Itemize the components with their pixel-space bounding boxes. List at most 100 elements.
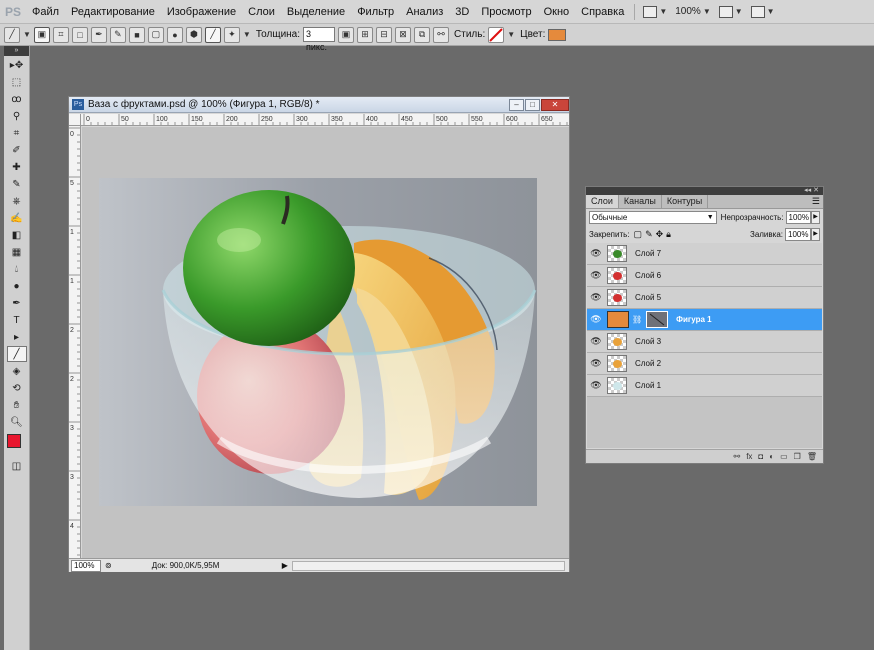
eye-icon[interactable]: 👁︎ [587, 270, 605, 281]
lock-pixels-icon[interactable]: ✎ [645, 229, 653, 240]
collapse-icon[interactable]: » [4, 46, 29, 56]
lock-transparency-icon[interactable]: ▢ [634, 229, 643, 240]
horizontal-scrollbar[interactable] [291, 560, 565, 571]
layer-style-icon[interactable]: fx [746, 452, 752, 461]
custom-shape-icon[interactable]: ✦ [223, 26, 240, 43]
line-icon[interactable]: ╱ [204, 26, 221, 43]
3d-orbit-icon[interactable]: ⟲ [7, 380, 27, 396]
minimize-button[interactable]: – [509, 98, 524, 111]
move-icon[interactable]: ▸✥ [7, 57, 27, 73]
history-brush-icon[interactable]: ✍ [7, 210, 27, 226]
quick-mask-icon[interactable]: ◫ [7, 458, 27, 474]
color-swatch[interactable] [548, 28, 567, 41]
fill-pixels-icon[interactable]: □ [71, 26, 88, 43]
panel-menu-icon[interactable]: ☰ [812, 195, 823, 208]
new-layer-mode-icon[interactable]: ▣ [338, 26, 355, 43]
eye-icon[interactable]: 👁︎ [587, 314, 605, 325]
pen-icon[interactable]: ✒ [90, 26, 107, 43]
preset-caret-icon[interactable]: ▼ [23, 30, 31, 39]
lasso-icon[interactable]: ꝏ [7, 91, 27, 107]
layer-row[interactable]: 👁︎ Слой 2 [587, 353, 822, 375]
adjustment-layer-icon[interactable]: ◐ [769, 452, 774, 461]
close-button[interactable]: ✕ [541, 98, 569, 111]
eye-icon[interactable]: 👁︎ [587, 358, 605, 369]
type-icon[interactable]: T [7, 312, 27, 328]
line-tool-preset-icon[interactable]: ╱ [4, 26, 20, 43]
healing-icon[interactable]: ✚ [7, 159, 27, 175]
blur-icon[interactable]: 💧︎ [7, 261, 27, 277]
subtract-mode-icon[interactable]: ⊟ [376, 26, 393, 43]
eye-icon[interactable]: 👁︎ [587, 292, 605, 303]
link-icon[interactable]: ⚯ [433, 26, 450, 43]
maximize-button[interactable]: □ [525, 98, 540, 111]
workspace-button[interactable]: ▼ [639, 5, 671, 18]
layer-row[interactable]: 👁︎ ⛓︎ Фигура 1 [587, 309, 822, 331]
path-select-icon[interactable]: ▸ [7, 329, 27, 345]
chain-icon[interactable]: ⛓︎ [632, 315, 642, 324]
ellipse-icon[interactable]: ● [166, 26, 183, 43]
link-layers-icon[interactable]: ⚯ [733, 452, 740, 461]
crop-icon[interactable]: ⌗ [7, 125, 27, 141]
menu-item[interactable]: Справка [575, 6, 630, 18]
status-menu-icon[interactable]: ⊚ [105, 561, 112, 570]
blend-mode-select[interactable]: Обычные ▼ [589, 211, 717, 224]
hand-icon[interactable]: ✋︎ [7, 397, 27, 413]
eye-icon[interactable]: 👁︎ [587, 248, 605, 259]
foreground-color-swatch[interactable] [7, 434, 21, 448]
polygon-icon[interactable]: ⬢ [185, 26, 202, 43]
3d-rotate-icon[interactable]: ◈ [7, 363, 27, 379]
opacity-input[interactable]: 100% [785, 211, 812, 224]
zoom-icon[interactable]: 🔍︎ [7, 414, 27, 430]
eye-icon[interactable]: 👁︎ [587, 336, 605, 347]
add-mask-icon[interactable]: ◘ [758, 452, 763, 461]
brush-icon[interactable]: ✎ [7, 176, 27, 192]
opacity-slider-button[interactable]: ▶ [811, 211, 820, 224]
artwork-canvas[interactable] [99, 178, 537, 506]
dodge-icon[interactable]: ● [7, 278, 27, 294]
panel-grip[interactable]: ◂◂ ✕ [586, 187, 823, 195]
add-mode-icon[interactable]: ⊞ [357, 26, 374, 43]
quick-select-icon[interactable]: ⚲ [7, 108, 27, 124]
exclude-mode-icon[interactable]: ⧉ [414, 26, 431, 43]
vector-mask-thumbnail[interactable] [646, 311, 669, 328]
zoom-dropdown[interactable]: 100% ▼ [671, 6, 715, 17]
screen-mode-button[interactable]: ▼ [715, 5, 747, 18]
intersect-mode-icon[interactable]: ⊠ [395, 26, 412, 43]
rounded-rectangle-icon[interactable]: ▢ [147, 26, 164, 43]
menu-item[interactable]: Выделение [281, 6, 351, 18]
marquee-icon[interactable]: ⬚ [7, 74, 27, 90]
menu-item[interactable]: Просмотр [475, 6, 537, 18]
new-group-icon[interactable]: ▭ [780, 452, 788, 461]
menu-item[interactable]: Фильтр [351, 6, 400, 18]
pen-icon[interactable]: ✒ [7, 295, 27, 311]
layer-row[interactable]: 👁︎ Слой 1 [587, 375, 822, 397]
menu-item[interactable]: Анализ [400, 6, 449, 18]
menu-item[interactable]: Слои [242, 6, 281, 18]
lock-all-icon[interactable]: 🔒︎ [666, 229, 671, 240]
delete-layer-icon[interactable]: 🗑︎ [807, 452, 817, 461]
menu-item[interactable]: Редактирование [65, 6, 161, 18]
thickness-input[interactable]: 3 пикс. [303, 27, 336, 52]
rectangle-icon[interactable]: ■ [128, 26, 145, 43]
tab-layers[interactable]: Слои [586, 195, 619, 208]
menu-item[interactable]: Окно [538, 6, 576, 18]
document-title-bar[interactable]: Ps Ваза с фруктами.psd @ 100% (Фигура 1,… [69, 97, 569, 113]
shape-caret-icon[interactable]: ▼ [243, 30, 251, 39]
tab-paths[interactable]: Контуры [662, 195, 709, 208]
eyedropper-icon[interactable]: ✐ [7, 142, 27, 158]
tab-channels[interactable]: Каналы [619, 195, 662, 208]
new-layer-icon[interactable]: ❐ [794, 452, 801, 461]
fill-input[interactable]: 100% [785, 228, 811, 241]
style-caret-icon[interactable]: ▼ [507, 30, 515, 39]
paths-icon[interactable]: ⌗ [52, 26, 69, 43]
layer-row[interactable]: 👁︎ Слой 3 [587, 331, 822, 353]
freeform-pen-icon[interactable]: ✎ [109, 26, 126, 43]
style-none-icon[interactable] [488, 26, 505, 43]
layer-row[interactable]: 👁︎ Слой 5 [587, 287, 822, 309]
menu-item[interactable]: 3D [449, 6, 475, 18]
canvas-area[interactable] [82, 127, 569, 558]
gradient-icon[interactable]: ▦ [7, 244, 27, 260]
layer-row[interactable]: 👁︎ Слой 6 [587, 265, 822, 287]
stamp-icon[interactable]: ⎈ [7, 193, 27, 209]
status-arrow-icon[interactable]: ▶ [282, 561, 288, 570]
